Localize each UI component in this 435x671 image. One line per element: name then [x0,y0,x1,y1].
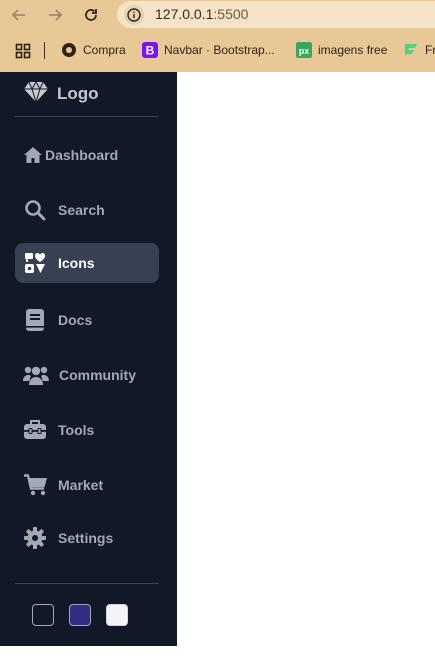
theme-swatch-indigo[interactable] [69,604,91,626]
toolbox-icon [24,419,46,441]
sidebar-item-settings[interactable]: Settings [15,518,159,558]
bottom-divider [15,583,159,584]
gem-icon [24,80,48,108]
chrome-icon [61,42,77,58]
address-url[interactable]: 127.0.0.1:5500 [155,6,248,22]
theme-swatch-light[interactable] [106,604,128,626]
svg-text:px: px [299,46,310,56]
bookmark-navbar-bootstrap[interactable]: B Navbar · Bootstrap... [142,41,275,59]
gear-icon [24,527,46,549]
bookmarks-separator [44,42,45,59]
bookmarks-bar: Compra B Navbar · Bootstrap... px imagen… [0,29,435,72]
sidebar-item-search[interactable]: Search [15,190,159,230]
sidebar-item-dashboard[interactable]: Dashboard [15,135,159,175]
theme-swatch-dark[interactable] [32,604,54,626]
users-icon [23,364,49,386]
top-divider [15,116,159,117]
browser-toolbar: 127.0.0.1:5500 [0,0,435,29]
bootstrap-icon: B [142,42,158,58]
icons-icon [24,252,46,274]
bookmark-fr[interactable]: Fr [403,41,435,59]
cart-icon [24,474,48,496]
sidebar-item-tools[interactable]: Tools [15,410,159,450]
sidebar-item-market[interactable]: Market [15,465,159,505]
px-icon: px [296,42,312,58]
bookmark-compra[interactable]: Compra [61,41,126,59]
svg-text:B: B [146,44,155,58]
home-icon [23,144,43,166]
book-icon [24,309,46,331]
sidebar-item-icons[interactable]: Icons [15,243,159,283]
back-arrow-icon[interactable] [8,4,30,26]
page-viewport: Logo Dashboard Search Icons Docs Communi… [0,72,435,646]
logo[interactable]: Logo [24,80,99,108]
apps-grid-icon[interactable] [15,42,31,60]
forward-arrow-icon[interactable] [44,4,66,26]
bookmark-imagens-free[interactable]: px imagens free [296,41,387,59]
search-icon [24,199,46,221]
site-info-icon[interactable] [124,5,144,25]
sidebar: Logo Dashboard Search Icons Docs Communi… [0,72,177,646]
reload-icon[interactable] [80,4,102,26]
sidebar-item-community[interactable]: Community [15,355,159,395]
flaticon-icon [403,42,419,58]
sidebar-item-docs[interactable]: Docs [15,300,159,340]
